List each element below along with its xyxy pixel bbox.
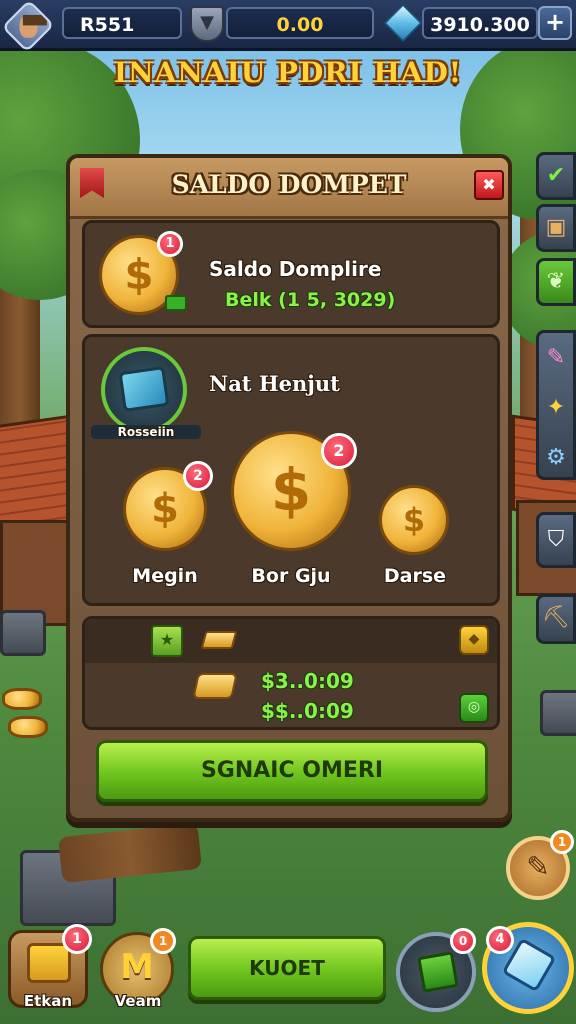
side-button-box[interactable]: ▣ xyxy=(536,204,576,252)
event-title: INANAIU PDRI HAD! xyxy=(113,56,463,89)
add-currency-button[interactable]: + xyxy=(538,6,572,40)
center-button[interactable]: KUOET xyxy=(188,936,386,1000)
chest-badge[interactable] xyxy=(101,347,187,433)
chest-icon xyxy=(118,365,170,413)
gold-counter: 0.00 xyxy=(226,7,374,39)
tool-badge: 4 xyxy=(486,926,514,954)
side-button-shield[interactable]: ⛉ xyxy=(536,512,576,568)
gem-icon xyxy=(383,3,423,43)
coin-megin-badge: 2 xyxy=(183,461,213,491)
coin-darse-label: Darse xyxy=(383,565,447,587)
cash-stack-icon xyxy=(165,295,187,311)
star-icon[interactable]: ★ xyxy=(151,625,183,657)
reward-line-1: $3..0:09 xyxy=(261,669,354,693)
gold-amount: 0.00 xyxy=(276,14,324,36)
side-button-pickaxe[interactable]: ⛏ xyxy=(536,594,576,644)
next-label: Nat Henjut xyxy=(209,371,340,396)
balance-value: Belk (1 5, 3029) xyxy=(225,289,396,311)
team-badge: 1 xyxy=(150,928,176,954)
shopping-bag-icon xyxy=(27,943,71,983)
close-button[interactable]: ✖ xyxy=(474,170,504,200)
coin-darse-icon[interactable]: $ xyxy=(379,485,449,555)
coin-borgju-badge: 2 xyxy=(321,433,357,469)
gold-bar-icon xyxy=(200,631,238,649)
rewards-section: ★ ◆ $3..0:09 $$..0:09 ◎ xyxy=(82,616,500,730)
wallet-panel: SALDO DOMPET ✖ $ 1 Saldo Domplire Belk (… xyxy=(66,154,512,822)
close-icon: ✖ xyxy=(482,175,496,194)
refresh-icon[interactable]: ◎ xyxy=(459,693,489,723)
center-button-label: KUOET xyxy=(249,956,325,980)
gem-counter: 3910.300 xyxy=(422,7,538,39)
side-button-leaf[interactable]: ❦ xyxy=(536,258,576,306)
gold-pile-icon xyxy=(192,673,238,699)
coin-megin-label: Megin xyxy=(132,565,198,587)
coin-borgju-label: Bor Gju xyxy=(251,565,331,587)
plus-icon: + xyxy=(544,8,566,36)
gift-badge: 0 xyxy=(450,928,476,954)
coin-badge: 1 xyxy=(157,231,183,257)
player-name-pill: R551 xyxy=(62,7,182,39)
team-label: Veam xyxy=(114,992,162,1010)
gem-amount: 3910.300 xyxy=(430,14,530,36)
quest-badge: 1 xyxy=(550,830,574,854)
balance-label: Saldo Domplire xyxy=(209,257,382,281)
gift-box-icon xyxy=(417,951,459,993)
top-bar: R551 ▼ 0.00 3910.300 + xyxy=(0,0,576,53)
side-button-check[interactable]: ✔ xyxy=(536,152,576,200)
balance-section: $ 1 Saldo Domplire Belk (1 5, 3029) xyxy=(82,220,500,328)
shop-label: Etkan xyxy=(23,992,73,1010)
player-avatar[interactable] xyxy=(1,0,55,53)
player-name: R551 xyxy=(80,14,135,36)
chest-label: Rosseiin xyxy=(91,425,201,439)
side-button-tools[interactable]: ✎ ✦ ⚙ xyxy=(536,330,576,480)
panel-title: SALDO DOMPET xyxy=(171,170,407,199)
lock-icon[interactable]: ◆ xyxy=(459,625,489,655)
shop-badge: 1 xyxy=(62,924,92,954)
bottom-bar: 1 Etkan M 1 Veam KUOET 0 4 xyxy=(0,912,576,1024)
reward-line-2: $$..0:09 xyxy=(261,699,354,723)
action-button-label: SGNAIC OMERI xyxy=(200,758,384,783)
upper-strip xyxy=(85,619,497,663)
action-button[interactable]: SGNAIC OMERI xyxy=(96,740,488,802)
shield-icon[interactable]: ▼ xyxy=(190,6,224,42)
coin-options-section: Rosseiin Nat Henjut $ 2 Megin $ 2 Bor Gj… xyxy=(82,334,500,606)
